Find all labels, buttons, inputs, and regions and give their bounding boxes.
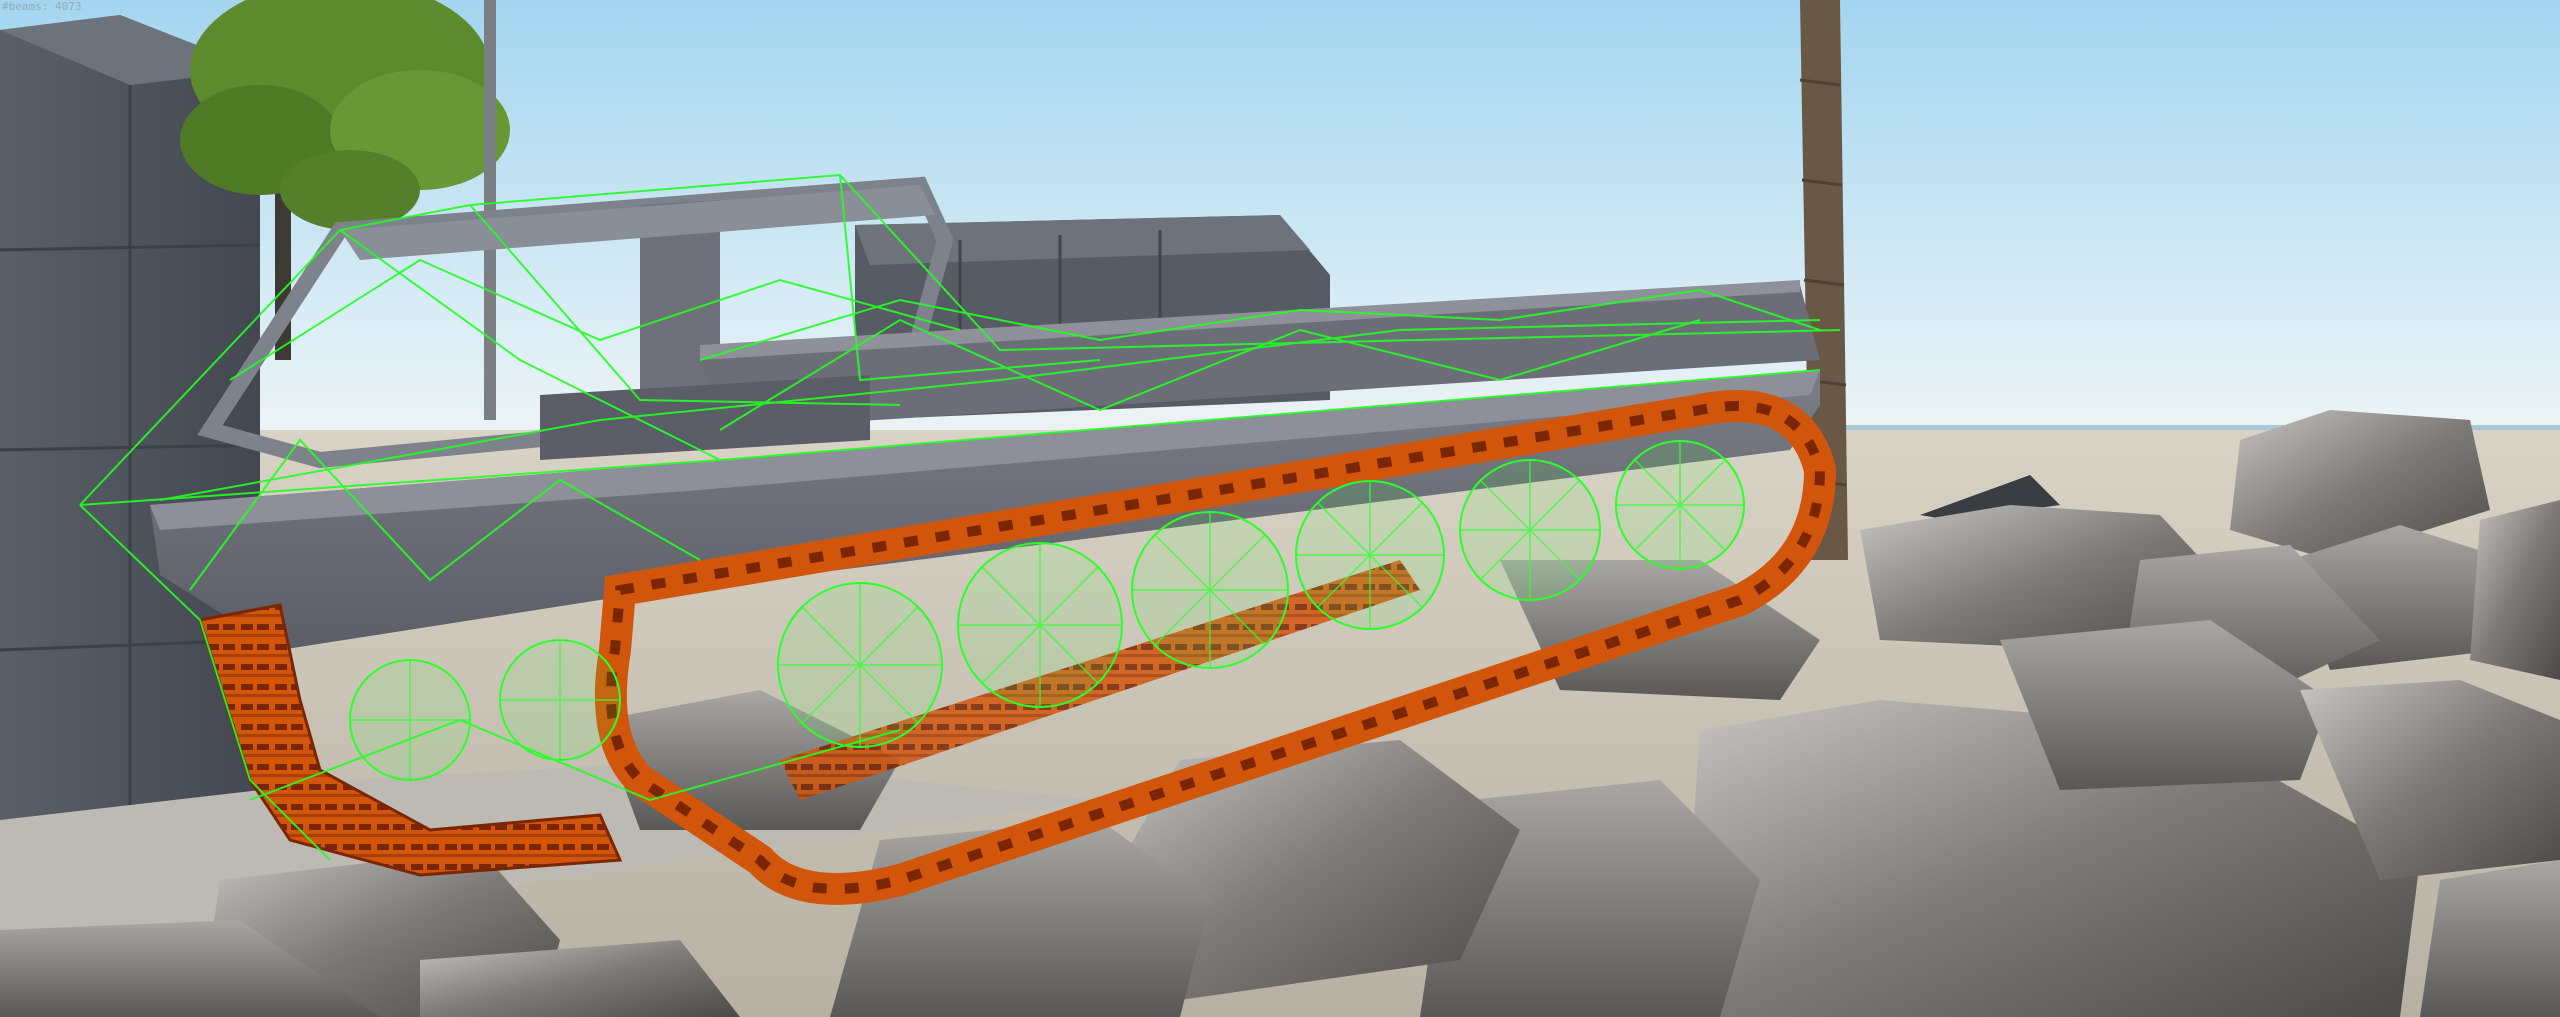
beam-counter-text: #beams: 4073 xyxy=(2,0,82,13)
street-pole xyxy=(484,0,496,420)
game-viewport[interactable] xyxy=(0,0,2560,1017)
